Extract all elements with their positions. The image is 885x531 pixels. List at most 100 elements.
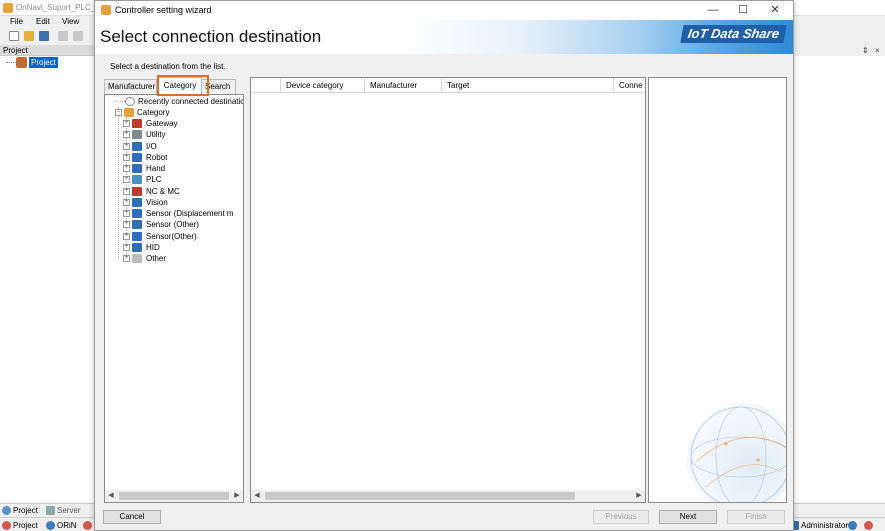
close-button[interactable]: ✕ [760, 1, 790, 20]
expand-icon[interactable]: + [123, 198, 130, 206]
expand-icon[interactable]: + [123, 255, 130, 262]
next-button[interactable]: Next [659, 510, 717, 524]
scroll-left-icon[interactable]: ◀ [251, 490, 263, 502]
expand-icon[interactable]: + [123, 187, 130, 195]
scroll-left-icon[interactable]: ◀ [105, 490, 117, 502]
tree-item-category-child[interactable]: + Sensor (Displacement m [105, 208, 243, 219]
paste-icon[interactable] [73, 31, 83, 41]
destination-list-panel[interactable]: Device category Manufacturer Target Conn… [250, 77, 646, 503]
column-header-connection[interactable]: Conne [614, 78, 645, 93]
project-tree-root[interactable]: Project [29, 57, 58, 68]
tree-item-category-child[interactable]: + I/O [105, 141, 243, 152]
expand-icon[interactable]: + [123, 232, 130, 240]
category-icon [132, 175, 142, 185]
expand-icon[interactable]: + [123, 165, 130, 172]
folder-icon [124, 108, 134, 117]
tree-item-label: Sensor(Other) [146, 231, 197, 241]
tree-item-category-child[interactable]: + Robot [105, 152, 243, 163]
category-tree-panel[interactable]: Recently connected destination − Categor… [104, 94, 244, 503]
status-indicator [83, 519, 92, 531]
status-project-icon [2, 520, 11, 530]
pin-icon[interactable]: ⇕ [862, 46, 869, 55]
category-icon [132, 130, 142, 140]
tree-item-category-child[interactable]: + Gateway [105, 118, 243, 129]
tab-category[interactable]: Category [158, 77, 202, 95]
menu-edit[interactable]: Edit [36, 17, 50, 26]
status-indicator-2 [848, 519, 857, 531]
scrollbar-thumb[interactable] [119, 492, 229, 500]
open-folder-icon[interactable] [24, 31, 34, 41]
wizard-header: IoT Data Share Select connection destina… [95, 20, 793, 54]
column-header-target[interactable]: Target [442, 78, 614, 93]
selection-tabs: Manufacturer Search Category [104, 77, 244, 95]
menu-file[interactable]: File [10, 17, 23, 26]
scroll-right-icon[interactable]: ▶ [231, 490, 243, 502]
tree-item-category-child[interactable]: + Other [105, 253, 243, 264]
list-horizontal-scrollbar[interactable]: ◀ ▶ [251, 490, 645, 502]
close-panel-icon[interactable]: × [875, 46, 880, 55]
tab-server[interactable]: Server [46, 505, 81, 516]
expand-icon[interactable]: + [123, 153, 130, 161]
tab-search[interactable]: Search [200, 79, 236, 95]
save-icon[interactable] [39, 31, 49, 41]
server-tab-icon [46, 506, 55, 515]
instruction-text: Select a destination from the list. [110, 62, 226, 71]
list-header: Device category Manufacturer Target Conn… [251, 78, 645, 93]
tree-item-category-child[interactable]: + Sensor(Other) [105, 231, 243, 242]
main-menubar: File Edit View [0, 16, 100, 28]
column-header-manufacturer[interactable]: Manufacturer [365, 78, 442, 93]
tab-project-label: Project [13, 506, 38, 515]
category-icon [132, 220, 142, 230]
app-icon [3, 3, 13, 13]
tree-item-category-root[interactable]: − Category [105, 107, 243, 118]
column-header-device-category[interactable]: Device category [281, 78, 365, 93]
scroll-right-icon[interactable]: ▶ [633, 490, 645, 502]
maximize-button[interactable]: ☐ [728, 1, 758, 20]
tree-item-label: Recently connected destination [138, 97, 244, 106]
category-icon [132, 164, 142, 173]
status-orin-icon [46, 520, 55, 530]
status-user-label: Administrator [801, 520, 849, 530]
expand-icon[interactable]: + [123, 142, 130, 150]
tree-item-label: Utility [146, 130, 166, 140]
tree-item-label: Other [146, 254, 167, 263]
wizard-app-icon [101, 5, 111, 15]
tree-item-category-child[interactable]: + Sensor (Other) [105, 219, 243, 230]
expand-icon[interactable]: + [123, 131, 130, 139]
tree-item-category-child[interactable]: + Utility [105, 129, 243, 140]
column-header-select[interactable] [251, 78, 281, 93]
collapse-icon[interactable]: − [115, 109, 122, 116]
tree-item-category-child[interactable]: + NC & MC [105, 186, 243, 197]
tree-horizontal-scrollbar[interactable]: ◀ ▶ [105, 490, 243, 502]
minimize-button[interactable]: — [698, 1, 728, 20]
scrollbar-thumb[interactable] [265, 492, 575, 500]
new-file-icon[interactable] [9, 31, 19, 41]
status-project: Project [2, 519, 38, 531]
category-icon [132, 209, 142, 218]
expand-icon[interactable]: + [123, 243, 130, 251]
wizard-titlebar: Controller setting wizard — ☐ ✕ [95, 1, 793, 20]
category-icon [132, 186, 142, 196]
cancel-button[interactable]: Cancel [103, 510, 161, 524]
expand-icon[interactable]: + [123, 221, 130, 229]
tab-project[interactable]: Project [2, 505, 38, 516]
expand-icon[interactable]: + [123, 176, 130, 184]
previous-button[interactable]: Previous [593, 510, 649, 524]
status-stop-icon [83, 520, 92, 530]
menu-view[interactable]: View [62, 17, 79, 26]
tree-item-category-child[interactable]: + Hand [105, 163, 243, 174]
tree-item-recent[interactable]: Recently connected destination [105, 96, 243, 107]
finish-button[interactable]: Finish [727, 510, 785, 524]
status-info-icon [848, 520, 857, 530]
expand-icon[interactable]: + [123, 210, 130, 217]
category-icon [132, 152, 142, 162]
project-panel-title: Project [3, 46, 28, 55]
project-tree[interactable]: Project [0, 56, 95, 502]
tree-item-category-child[interactable]: + HID [105, 242, 243, 253]
tree-item-category-child[interactable]: + Vision [105, 197, 243, 208]
tab-manufacturer[interactable]: Manufacturer [104, 79, 157, 95]
bottom-panel-tabs: Project Server [0, 503, 95, 516]
copy-icon[interactable] [58, 31, 68, 41]
tree-item-category-child[interactable]: + PLC [105, 174, 243, 185]
expand-icon[interactable]: + [123, 120, 130, 127]
